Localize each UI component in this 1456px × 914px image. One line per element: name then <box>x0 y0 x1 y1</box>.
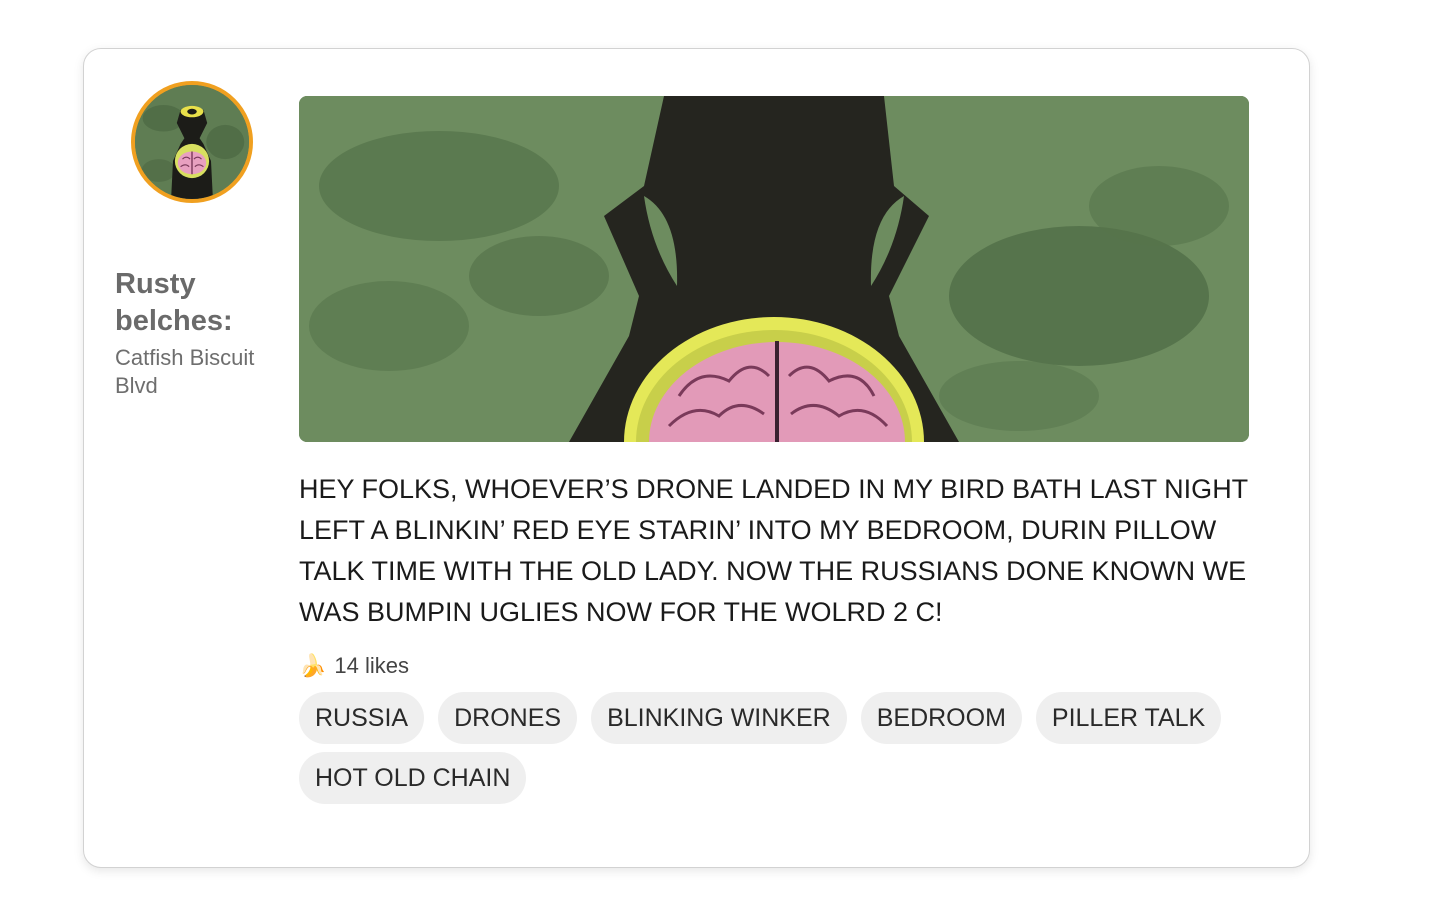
tag-list: RUSSIA DRONES BLINKING WINKER BEDROOM PI… <box>299 692 1259 804</box>
tag-blinking-winker[interactable]: BLINKING WINKER <box>591 692 847 744</box>
author-location: Catfish Biscuit Blvd <box>115 345 255 398</box>
author-name[interactable]: Rusty belches: <box>115 266 275 340</box>
tag-piller-talk[interactable]: PILLER TALK <box>1035 692 1222 744</box>
tag-hot-old-chain[interactable]: HOT OLD CHAIN <box>299 752 527 804</box>
likes-label: 14 likes <box>334 653 409 678</box>
tag-bedroom[interactable]: BEDROOM <box>860 692 1022 744</box>
banana-icon[interactable]: 🍌 <box>299 655 326 677</box>
brain-figure-illustration-icon <box>299 96 1249 442</box>
post-image[interactable] <box>299 96 1249 442</box>
avatar-figure-icon <box>135 85 249 199</box>
likes-counter[interactable]: 🍌 14 likes <box>299 650 409 682</box>
post-body-text: HEY FOLKS, WHOEVER’S DRONE LANDED IN MY … <box>299 474 1248 627</box>
tag-russia[interactable]: RUSSIA <box>299 692 425 744</box>
tag-drones[interactable]: DRONES <box>438 692 578 744</box>
author-avatar[interactable] <box>131 81 253 203</box>
